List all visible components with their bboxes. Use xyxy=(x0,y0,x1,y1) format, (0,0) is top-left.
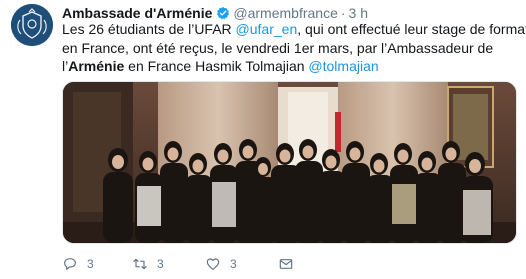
text-segment: , qui ont effectué leur stage de formati… xyxy=(297,21,526,37)
coat-of-arms-icon xyxy=(11,4,53,46)
heart-icon xyxy=(206,258,220,270)
tweet: Ambassade d'Arménie @armembfrance · 3 h … xyxy=(0,0,526,279)
tweet-text-line-3: l’Arménie en France Hasmik Tolmajian @to… xyxy=(62,57,522,76)
bold-text-segment: Arménie xyxy=(68,58,125,74)
tweet-text-line-2: en France, ont été reçus, le vendredi 1e… xyxy=(62,39,494,56)
retweet-icon xyxy=(133,258,147,270)
retweet-button[interactable]: 3 xyxy=(132,256,164,272)
group-photo-image xyxy=(63,82,516,243)
reply-button[interactable]: 3 xyxy=(62,256,94,272)
reply-icon xyxy=(64,258,76,270)
direct-message-button[interactable] xyxy=(278,256,294,272)
mention-link-ufar[interactable]: @ufar_en xyxy=(236,21,298,37)
tweet-media-photo[interactable] xyxy=(62,81,517,244)
direct-message-icon xyxy=(279,259,293,269)
tweet-text: Les 26 étudiants de l’UFAR @ufar_en, qui… xyxy=(62,20,526,76)
retweet-count: 3 xyxy=(157,257,164,271)
verified-badge-icon xyxy=(216,6,230,20)
tweet-actions: 3 3 3 xyxy=(62,255,362,273)
tweet-text-line-1: Les 26 étudiants de l’UFAR @ufar_en, qui… xyxy=(62,20,526,39)
text-segment: en France Hasmik Tolmajian xyxy=(124,58,309,74)
reply-count: 3 xyxy=(87,257,94,271)
like-count: 3 xyxy=(230,257,237,271)
mention-link-tolmajian[interactable]: @tolmajian xyxy=(308,58,378,74)
like-button[interactable]: 3 xyxy=(205,256,237,272)
text-segment: Les 26 étudiants de l’UFAR xyxy=(62,21,236,37)
avatar[interactable] xyxy=(11,4,53,46)
